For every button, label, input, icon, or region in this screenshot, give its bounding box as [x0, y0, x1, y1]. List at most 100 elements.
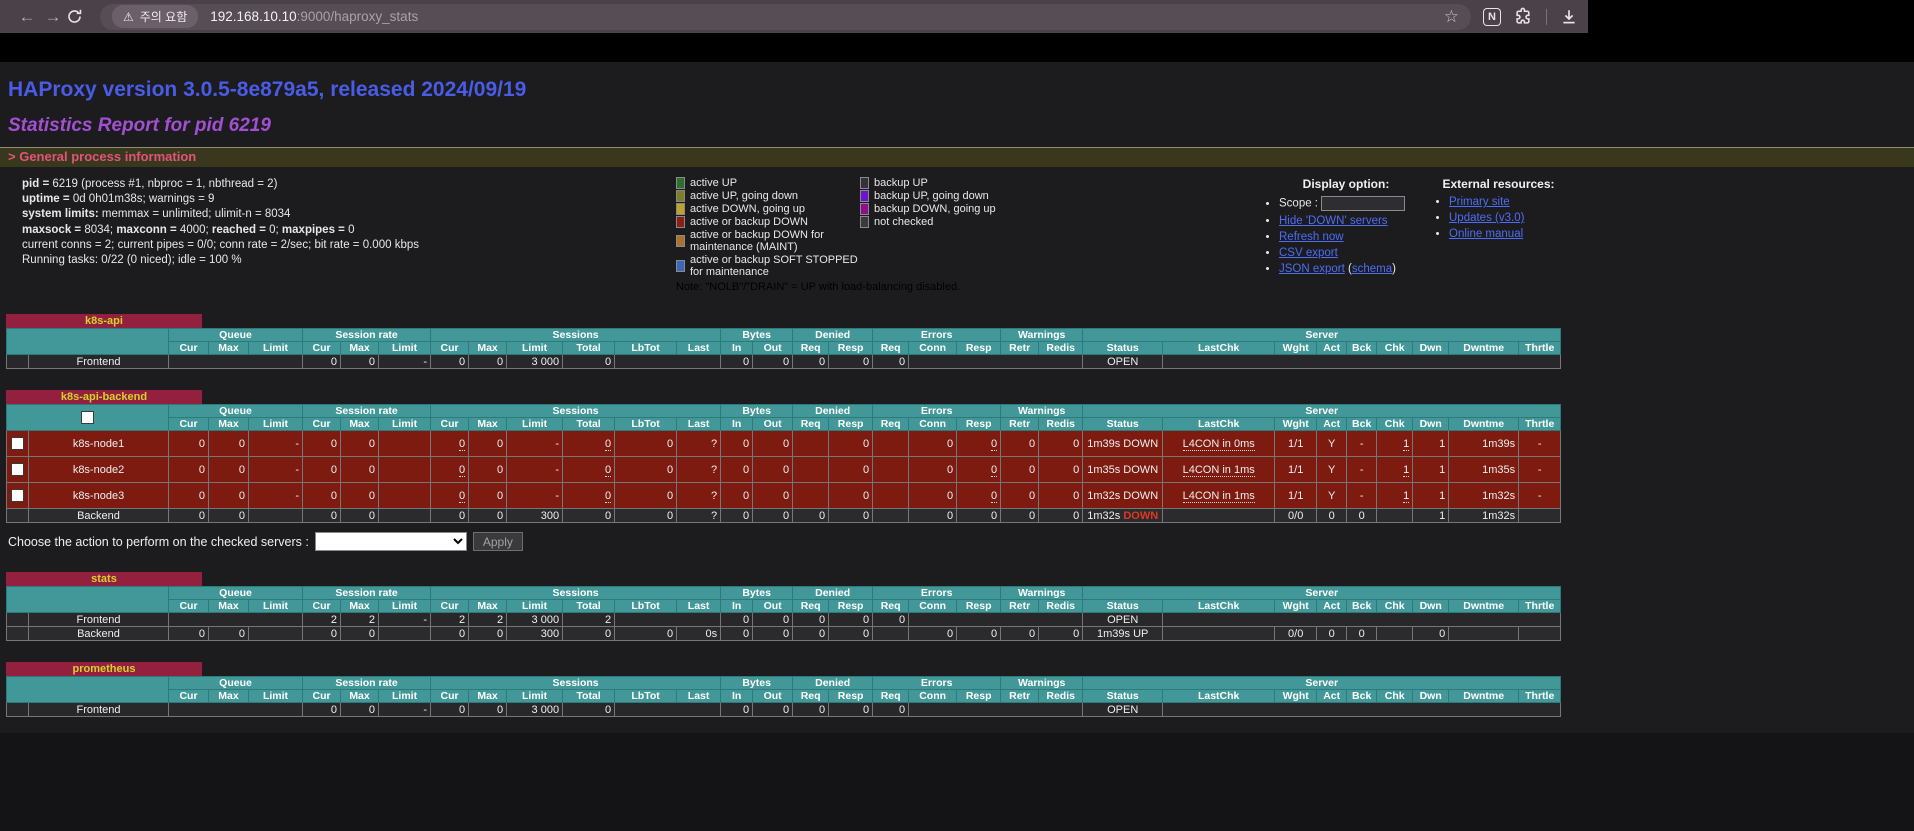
legend-swatch: [860, 216, 869, 228]
cell-empty: [167, 612, 304, 627]
legend-label: active or backup DOWN for maintenance (M…: [690, 229, 824, 253]
bookmark-star-icon[interactable]: ☆: [1444, 7, 1459, 27]
security-badge[interactable]: ⚠ 주의 요함: [112, 5, 199, 28]
col-group-session-rate: Session rate: [302, 586, 432, 600]
server-checkbox[interactable]: [11, 463, 24, 476]
legend-item: backup UP: [860, 177, 928, 189]
cell-denied-req: [792, 482, 830, 509]
cell-q-cur: 0: [168, 430, 209, 457]
link-schema[interactable]: schema: [1352, 263, 1392, 275]
bookmark-strip: [0, 33, 1914, 62]
cell-bytes-in: 0: [720, 702, 754, 717]
col-dwntme: Dwntme: [1448, 599, 1520, 613]
cell-s-max: 0: [468, 626, 508, 641]
cell-sr-limit: -: [378, 702, 432, 717]
cell-q-limit: [247, 626, 304, 641]
cell-bytes-out: 0: [752, 430, 794, 457]
cell-warn-redis: 0: [1038, 508, 1084, 523]
extensions-puzzle-icon[interactable]: [1514, 7, 1533, 26]
cell-act: Y: [1316, 456, 1348, 483]
cell-bytes-out: 0: [752, 456, 794, 483]
row-checkbox-cell: [6, 456, 29, 483]
col-max: Max: [208, 689, 249, 703]
apply-button[interactable]: Apply: [472, 532, 523, 551]
scope-item: Scope :: [1279, 196, 1431, 211]
cell-s-cur: 0: [430, 430, 470, 457]
cell-denied-req: 0: [792, 626, 830, 641]
cell-dwn: 0: [1412, 626, 1450, 641]
link-refresh-now[interactable]: Refresh now: [1279, 231, 1344, 243]
notion-extension-icon[interactable]: N: [1483, 7, 1501, 26]
cell-thrtle: -: [1518, 456, 1562, 483]
link-csv-export[interactable]: CSV export: [1279, 247, 1338, 259]
row-name: k8s-node1: [28, 430, 169, 457]
col-wght: Wght: [1274, 417, 1318, 431]
cell-empty: [614, 354, 722, 369]
col-redis: Redis: [1038, 417, 1084, 431]
select-all-checkbox[interactable]: [81, 411, 94, 424]
cell-sr-max: 0: [340, 508, 380, 523]
url-bar[interactable]: ⚠ 주의 요함 192.168.10.10:9000/haproxy_stats…: [100, 3, 1471, 30]
col-chk: Chk: [1376, 417, 1414, 431]
col-cur: Cur: [168, 417, 209, 431]
download-icon[interactable]: [1560, 8, 1578, 26]
process-info-line: maxsock = 8034; maxconn = 4000; reached …: [22, 223, 355, 236]
col-total: Total: [562, 341, 616, 355]
legend-swatch: [676, 260, 685, 272]
scope-input[interactable]: [1321, 196, 1406, 211]
col-limit: Limit: [378, 689, 432, 703]
link-hide-down-servers[interactable]: Hide 'DOWN' servers: [1279, 215, 1388, 227]
cell-q-max: 0: [208, 430, 249, 457]
server-checkbox[interactable]: [11, 437, 24, 450]
cell-warn-retr: 0: [1000, 508, 1040, 523]
row-name: Backend: [28, 508, 169, 523]
legend-swatch: [676, 203, 685, 215]
col-group-sessions: Sessions: [430, 676, 722, 690]
cell-sr-limit: [378, 430, 432, 457]
process-info-line: Running tasks: 0/22 (0 niced); idle = 10…: [22, 253, 242, 266]
col-group-session-rate: Session rate: [302, 676, 432, 690]
col-lastchk: LastChk: [1162, 689, 1276, 703]
server-checkbox[interactable]: [11, 489, 24, 502]
cell-denied-req: 0: [792, 702, 830, 717]
col-redis: Redis: [1038, 341, 1084, 355]
col-thrtle: Thrtle: [1518, 599, 1562, 613]
back-icon[interactable]: ←: [14, 7, 40, 27]
link-primary-site[interactable]: Primary site: [1449, 196, 1510, 208]
cell-s-lbtot: 0: [614, 508, 678, 523]
link-updates-v3-0-[interactable]: Updates (v3.0): [1449, 212, 1524, 224]
col-group-denied: Denied: [792, 404, 874, 418]
proxy-table-stats: stats Queue Session rate Sessions Bytes Denie…: [6, 572, 1914, 641]
col-out: Out: [752, 341, 794, 355]
col-req: Req: [872, 417, 910, 431]
cell-s-limit: -: [506, 482, 564, 509]
cell-s-total: 0: [562, 430, 616, 457]
header-corner: [6, 328, 169, 355]
cell-lastchk: [1162, 508, 1276, 523]
cell-sr-max: 0: [340, 702, 380, 717]
col-group-warnings: Warnings: [1000, 586, 1084, 600]
cell-s-total: 0: [562, 456, 616, 483]
cell-chk: [1376, 508, 1414, 523]
cell-denied-req: 0: [792, 612, 830, 627]
section-general-process-information: > General process information: [0, 147, 1914, 167]
process-info-line: pid = 6219 (process #1, nbproc = 1, nbth…: [22, 178, 278, 190]
link-online-manual[interactable]: Online manual: [1449, 228, 1523, 240]
legend-note: Note: "NOLB"/"DRAIN" = UP with load-bala…: [676, 281, 961, 293]
col-status: Status: [1082, 689, 1164, 703]
cell-bck: -: [1346, 482, 1378, 509]
forward-icon[interactable]: →: [40, 7, 66, 27]
cell-empty: [908, 354, 1084, 369]
link-json-export[interactable]: JSON export: [1279, 263, 1345, 275]
row-name: Backend: [28, 626, 169, 641]
col-total: Total: [562, 689, 616, 703]
col-group-bytes: Bytes: [720, 404, 794, 418]
col-wght: Wght: [1274, 341, 1318, 355]
col-cur: Cur: [302, 599, 342, 613]
cell-status: 1m39s UP: [1082, 626, 1164, 641]
col-conn: Conn: [908, 689, 958, 703]
cell-bytes-out: 0: [752, 626, 794, 641]
action-select[interactable]: [314, 532, 467, 551]
col-in: In: [720, 417, 754, 431]
reload-icon[interactable]: [66, 8, 92, 25]
